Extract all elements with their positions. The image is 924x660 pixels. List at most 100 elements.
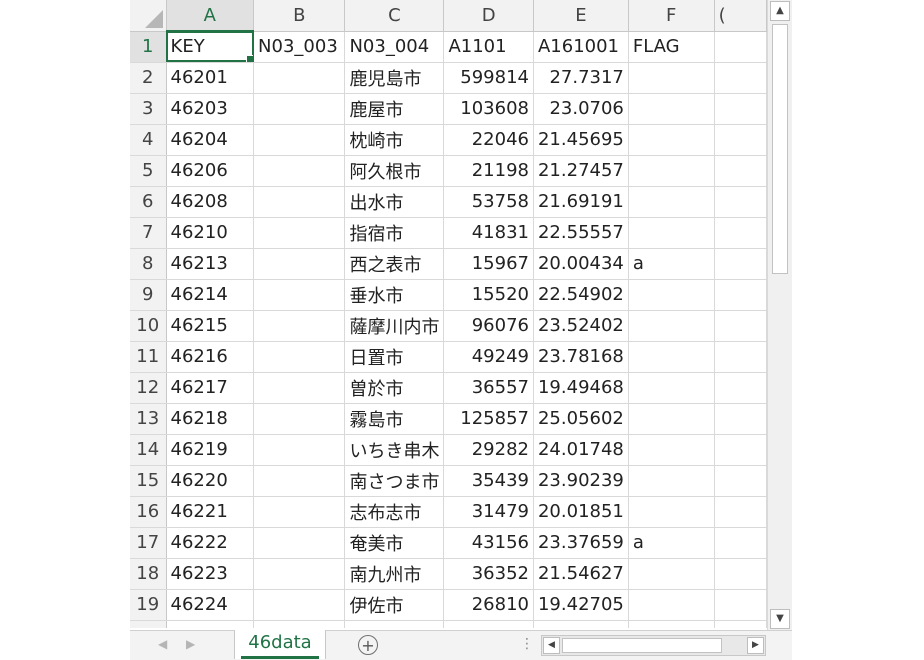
column-header[interactable]: (: [714, 0, 767, 32]
scroll-right-icon[interactable]: ▶: [747, 637, 764, 654]
row-header[interactable]: 8: [130, 248, 167, 280]
cell-e[interactable]: [533, 620, 629, 628]
cell-f[interactable]: [628, 341, 715, 373]
cell-c[interactable]: N03_004: [344, 31, 445, 63]
cell-d[interactable]: 29282: [443, 434, 534, 466]
cell-a[interactable]: 46214: [166, 279, 255, 311]
cell-c[interactable]: 鹿屋市: [344, 93, 445, 125]
cell-d[interactable]: [443, 620, 534, 628]
cell-a[interactable]: 46216: [166, 341, 255, 373]
cell-e[interactable]: 27.7317: [533, 62, 629, 94]
row-header[interactable]: 17: [130, 527, 167, 559]
row-header[interactable]: 14: [130, 434, 167, 466]
scroll-left-icon[interactable]: ◀: [543, 637, 560, 654]
cell-a[interactable]: 46222: [166, 527, 255, 559]
cell-d[interactable]: 31479: [443, 496, 534, 528]
cell-d[interactable]: 125857: [443, 403, 534, 435]
cell-e[interactable]: 23.37659: [533, 527, 629, 559]
cell-e[interactable]: 21.27457: [533, 155, 629, 187]
cell-c[interactable]: 南九州市: [344, 558, 445, 590]
cell-f[interactable]: [628, 403, 715, 435]
cell-c[interactable]: 垂水市: [344, 279, 445, 311]
cell-f[interactable]: [628, 558, 715, 590]
cell-d[interactable]: 36557: [443, 372, 534, 404]
cell-f[interactable]: [628, 186, 715, 218]
cell-b[interactable]: [253, 465, 346, 497]
cell-a[interactable]: KEY: [166, 31, 255, 63]
cell-f[interactable]: [628, 496, 715, 528]
cell-c[interactable]: 霧島市: [344, 403, 445, 435]
cell-c[interactable]: 伊佐市: [344, 589, 445, 621]
row-header[interactable]: 1: [130, 31, 167, 63]
cell-g[interactable]: [714, 589, 767, 621]
cell-b[interactable]: [253, 62, 346, 94]
column-header[interactable]: F: [628, 0, 715, 32]
cell-b[interactable]: N03_003: [253, 31, 346, 63]
cell-g[interactable]: [714, 248, 767, 280]
cell-c[interactable]: 南さつま市: [344, 465, 445, 497]
cell-a[interactable]: 46219: [166, 434, 255, 466]
cell-g[interactable]: [714, 186, 767, 218]
column-header[interactable]: A: [166, 0, 255, 32]
cell-b[interactable]: [253, 186, 346, 218]
row-header[interactable]: 2: [130, 62, 167, 94]
cell-f[interactable]: [628, 465, 715, 497]
cell-e[interactable]: 23.0706: [533, 93, 629, 125]
cell-e[interactable]: 23.90239: [533, 465, 629, 497]
cell-e[interactable]: 21.54627: [533, 558, 629, 590]
cell-d[interactable]: 21198: [443, 155, 534, 187]
cell-d[interactable]: 36352: [443, 558, 534, 590]
row-header[interactable]: 13: [130, 403, 167, 435]
splitter-dots-icon[interactable]: ⋮: [520, 636, 534, 652]
cell-c[interactable]: 阿久根市: [344, 155, 445, 187]
cell-e[interactable]: 22.55557: [533, 217, 629, 249]
row-header[interactable]: 6: [130, 186, 167, 218]
row-header[interactable]: 12: [130, 372, 167, 404]
cell-d[interactable]: 103608: [443, 93, 534, 125]
cell-b[interactable]: [253, 620, 346, 628]
cell-a[interactable]: 46203: [166, 93, 255, 125]
cell-g[interactable]: [714, 403, 767, 435]
cell-b[interactable]: [253, 434, 346, 466]
cell-a[interactable]: 46221: [166, 496, 255, 528]
sheet-tab[interactable]: 46data: [234, 630, 326, 659]
cell-c[interactable]: [344, 620, 445, 628]
cell-g[interactable]: [714, 527, 767, 559]
cell-b[interactable]: [253, 155, 346, 187]
cell-g[interactable]: [714, 310, 767, 342]
column-header[interactable]: D: [443, 0, 534, 32]
cell-e[interactable]: 21.45695: [533, 124, 629, 156]
cell-c[interactable]: いちき串木: [344, 434, 445, 466]
cell-e[interactable]: 23.78168: [533, 341, 629, 373]
cell-b[interactable]: [253, 124, 346, 156]
cell-e[interactable]: 19.42705: [533, 589, 629, 621]
row-header[interactable]: 4: [130, 124, 167, 156]
cell-e[interactable]: 20.00434: [533, 248, 629, 280]
cell-e[interactable]: 25.05602: [533, 403, 629, 435]
cell-b[interactable]: [253, 496, 346, 528]
cell-c[interactable]: 薩摩川内市: [344, 310, 445, 342]
vertical-scrollbar[interactable]: ▲ ▼: [767, 0, 792, 630]
cell-f[interactable]: [628, 62, 715, 94]
row-header[interactable]: 5: [130, 155, 167, 187]
cell-e[interactable]: 19.49468: [533, 372, 629, 404]
horizontal-scrollbar[interactable]: ◀ ▶: [541, 635, 766, 656]
cell-d[interactable]: A1101: [443, 31, 534, 63]
cell-a[interactable]: 46224: [166, 589, 255, 621]
cell-d[interactable]: 49249: [443, 341, 534, 373]
cell-a[interactable]: 46206: [166, 155, 255, 187]
cell-e[interactable]: 22.54902: [533, 279, 629, 311]
cell-a[interactable]: 46204: [166, 124, 255, 156]
cell-b[interactable]: [253, 217, 346, 249]
cell-c[interactable]: 日置市: [344, 341, 445, 373]
horizontal-scroll-thumb[interactable]: [562, 638, 722, 653]
column-header[interactable]: E: [533, 0, 629, 32]
plus-circle-icon[interactable]: +: [358, 635, 378, 655]
cell-e[interactable]: 20.01851: [533, 496, 629, 528]
cell-g[interactable]: [714, 155, 767, 187]
cell-d[interactable]: 96076: [443, 310, 534, 342]
cell-f[interactable]: [628, 217, 715, 249]
scroll-down-icon[interactable]: ▼: [770, 609, 790, 629]
cell-f[interactable]: [628, 372, 715, 404]
cell-f[interactable]: FLAG: [628, 31, 715, 63]
